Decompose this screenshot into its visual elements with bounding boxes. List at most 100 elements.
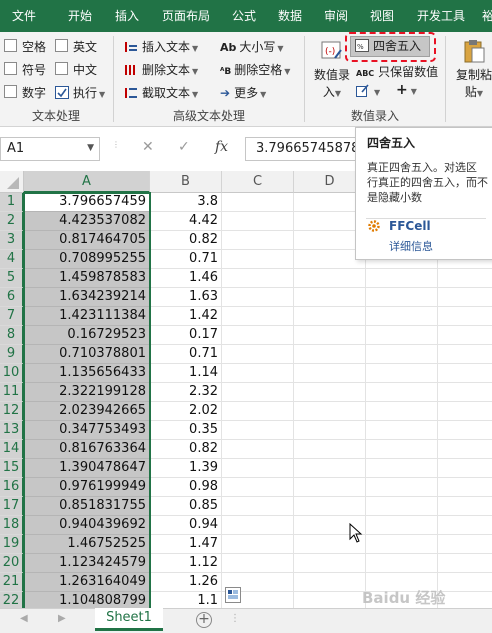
- cell-e[interactable]: [366, 364, 438, 383]
- cell-d[interactable]: [294, 402, 366, 421]
- cell-c[interactable]: [222, 478, 294, 497]
- check-chinese[interactable]: 中文: [55, 61, 97, 78]
- cell-b[interactable]: 0.17: [150, 326, 222, 345]
- cell-b[interactable]: 1.12: [150, 554, 222, 573]
- cell-b[interactable]: 0.98: [150, 478, 222, 497]
- cell-c[interactable]: [222, 459, 294, 478]
- row-header[interactable]: 3: [0, 231, 24, 250]
- more-button[interactable]: ➔ 更多 ▼: [220, 84, 266, 101]
- cell-f[interactable]: [438, 307, 492, 326]
- cell-f[interactable]: [438, 402, 492, 421]
- name-box[interactable]: A1 ▼: [0, 137, 100, 161]
- scroll-left-icon[interactable]: ◀: [20, 613, 28, 624]
- tab-formulas[interactable]: 公式: [222, 0, 266, 32]
- row-header[interactable]: 18: [0, 516, 24, 535]
- row-header[interactable]: 16: [0, 478, 24, 497]
- edit-dropdown-button[interactable]: ▼: [356, 84, 380, 98]
- cell-b[interactable]: 2.32: [150, 383, 222, 402]
- cell-c[interactable]: [222, 212, 294, 231]
- cell-e[interactable]: [366, 421, 438, 440]
- cell-c[interactable]: [222, 326, 294, 345]
- row-header[interactable]: 9: [0, 345, 24, 364]
- cell-f[interactable]: [438, 535, 492, 554]
- cell-b[interactable]: 1.47: [150, 535, 222, 554]
- cell-c[interactable]: [222, 250, 294, 269]
- cell-e[interactable]: [366, 269, 438, 288]
- cell-b[interactable]: 1.63: [150, 288, 222, 307]
- cell-c[interactable]: [222, 402, 294, 421]
- row-header[interactable]: 17: [0, 497, 24, 516]
- cell-c[interactable]: [222, 269, 294, 288]
- cell-f[interactable]: [438, 326, 492, 345]
- cell-c[interactable]: [222, 288, 294, 307]
- cell-d[interactable]: [294, 497, 366, 516]
- cell-b[interactable]: 0.35: [150, 421, 222, 440]
- cell-f[interactable]: [438, 364, 492, 383]
- tooltip-more-info-link[interactable]: 详细信息: [389, 238, 433, 254]
- cell-b[interactable]: 4.42: [150, 212, 222, 231]
- delete-text-button[interactable]: 删除文本 ▼: [124, 61, 198, 78]
- check-number[interactable]: 数字: [4, 84, 46, 101]
- cell-d[interactable]: [294, 288, 366, 307]
- quick-analysis-icon[interactable]: [225, 587, 241, 603]
- cell-e[interactable]: [366, 554, 438, 573]
- cell-b[interactable]: 0.94: [150, 516, 222, 535]
- cell-e[interactable]: [366, 326, 438, 345]
- cell-b[interactable]: 2.02: [150, 402, 222, 421]
- check-symbol[interactable]: 符号: [4, 61, 46, 78]
- cell-d[interactable]: [294, 307, 366, 326]
- cell-f[interactable]: [438, 573, 492, 592]
- cell-c[interactable]: [222, 383, 294, 402]
- tab-developer[interactable]: 开发工具: [406, 0, 476, 32]
- cell-c[interactable]: [222, 364, 294, 383]
- cell-f[interactable]: [438, 459, 492, 478]
- row-header[interactable]: 11: [0, 383, 24, 402]
- tab-home[interactable]: 开始: [52, 0, 108, 32]
- cell-c[interactable]: [222, 535, 294, 554]
- cell-e[interactable]: [366, 345, 438, 364]
- row-header[interactable]: 19: [0, 535, 24, 554]
- case-button[interactable]: Ab 大小写 ▼: [220, 38, 284, 55]
- row-header[interactable]: 8: [0, 326, 24, 345]
- cell-b[interactable]: 1.46: [150, 269, 222, 288]
- add-button[interactable]: + ▼: [396, 82, 417, 98]
- row-header[interactable]: 12: [0, 402, 24, 421]
- tab-page-layout[interactable]: 页面布局: [152, 0, 220, 32]
- cell-d[interactable]: [294, 573, 366, 592]
- keep-value-button[interactable]: ABC 只保留数值: [356, 63, 438, 80]
- row-header[interactable]: 20: [0, 554, 24, 573]
- cell-c[interactable]: [222, 554, 294, 573]
- tab-truncated[interactable]: 裕: [478, 0, 492, 32]
- row-header[interactable]: 6: [0, 288, 24, 307]
- cell-b[interactable]: 0.71: [150, 250, 222, 269]
- check-english[interactable]: 英文: [55, 38, 97, 55]
- cell-e[interactable]: [366, 497, 438, 516]
- delete-space-button[interactable]: ᴬB 删除空格 ▼: [220, 61, 290, 78]
- tab-file[interactable]: 文件: [0, 0, 48, 32]
- cell-b[interactable]: 0.82: [150, 440, 222, 459]
- cell-e[interactable]: [366, 440, 438, 459]
- cell-f[interactable]: [438, 554, 492, 573]
- copy-paste-button[interactable]: 复制粘 贴▼: [452, 36, 492, 100]
- insert-text-button[interactable]: 插入文本 ▼: [124, 38, 198, 55]
- cell-d[interactable]: [294, 269, 366, 288]
- extract-text-button[interactable]: 截取文本 ▼: [124, 84, 198, 101]
- row-header[interactable]: 7: [0, 307, 24, 326]
- tab-data[interactable]: 数据: [268, 0, 312, 32]
- cell-d[interactable]: [294, 383, 366, 402]
- select-all-corner[interactable]: [0, 171, 24, 193]
- row-header[interactable]: 5: [0, 269, 24, 288]
- row-header[interactable]: 1: [0, 193, 24, 212]
- row-header[interactable]: 15: [0, 459, 24, 478]
- row-header[interactable]: 13: [0, 421, 24, 440]
- cell-b[interactable]: 3.8: [150, 193, 222, 212]
- cell-b[interactable]: 1.42: [150, 307, 222, 326]
- cell-f[interactable]: [438, 288, 492, 307]
- cell-e[interactable]: [366, 478, 438, 497]
- cell-e[interactable]: [366, 402, 438, 421]
- row-header[interactable]: 22: [0, 592, 24, 608]
- column-header-b[interactable]: B: [150, 171, 222, 193]
- cell-b[interactable]: 0.71: [150, 345, 222, 364]
- cell-c[interactable]: [222, 193, 294, 212]
- cell-d[interactable]: [294, 459, 366, 478]
